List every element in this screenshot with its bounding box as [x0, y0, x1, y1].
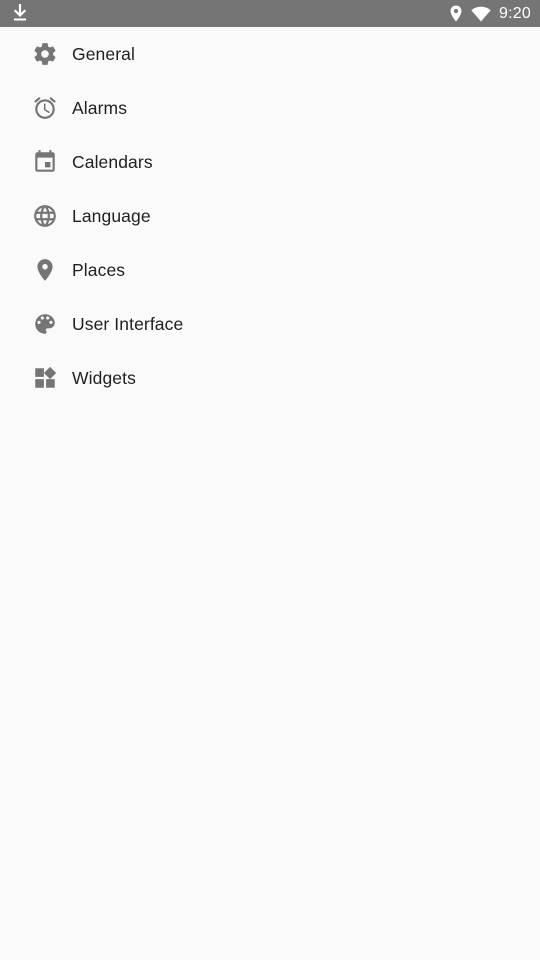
gear-icon: [31, 40, 59, 68]
location-icon: [450, 5, 462, 22]
menu-item-places[interactable]: Places: [0, 243, 540, 297]
menu-item-label: Calendars: [72, 151, 153, 172]
menu-item-label: User Interface: [72, 313, 184, 334]
download-icon: [13, 4, 27, 21]
menu-item-label: General: [72, 43, 135, 64]
place-pin-icon: [31, 256, 59, 284]
menu-item-user-interface[interactable]: User Interface: [0, 297, 540, 351]
calendar-icon: [31, 148, 59, 176]
menu-item-widgets[interactable]: Widgets: [0, 351, 540, 405]
menu-item-label: Places: [72, 259, 126, 280]
globe-icon: [31, 202, 59, 230]
status-bar: 9:20: [0, 0, 540, 27]
menu-item-general[interactable]: General: [0, 27, 540, 81]
menu-item-alarms[interactable]: Alarms: [0, 81, 540, 135]
widgets-icon: [31, 364, 59, 392]
menu-item-calendars[interactable]: Calendars: [0, 135, 540, 189]
menu-item-label: Widgets: [72, 367, 136, 388]
wifi-icon: [471, 6, 491, 21]
alarm-clock-icon: [31, 94, 59, 122]
palette-icon: [31, 310, 59, 338]
status-icons: 9:20: [450, 0, 531, 27]
status-time: 9:20: [499, 4, 531, 22]
menu-item-label: Language: [72, 205, 151, 226]
menu-item-label: Alarms: [72, 97, 128, 118]
settings-menu: General Alarms Calendars Language Places…: [0, 27, 540, 405]
menu-item-language[interactable]: Language: [0, 189, 540, 243]
